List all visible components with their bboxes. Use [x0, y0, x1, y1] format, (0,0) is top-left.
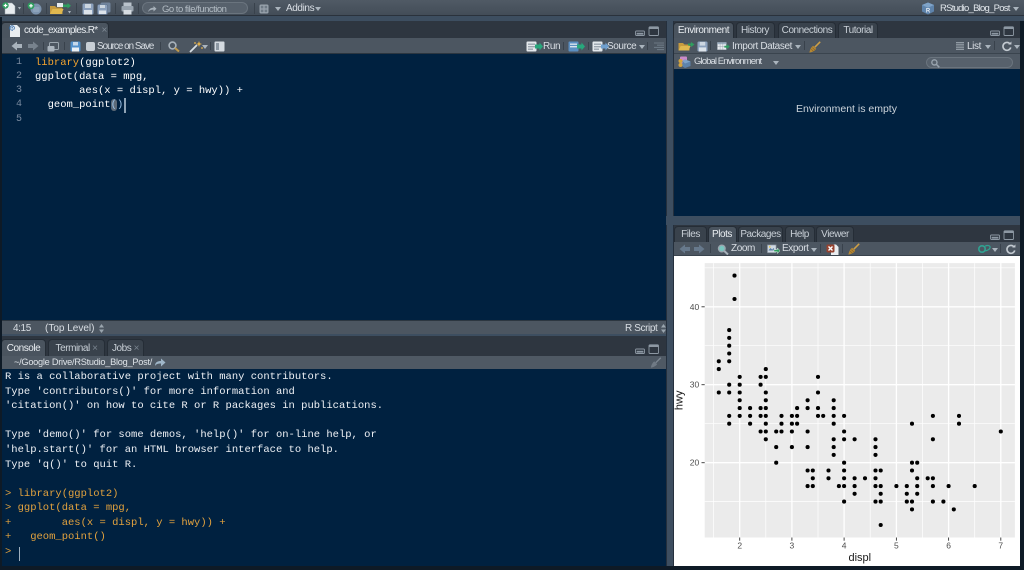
- svg-text:40: 40: [690, 301, 700, 311]
- svg-text:20: 20: [690, 457, 700, 467]
- svg-text:R: R: [926, 9, 931, 15]
- svg-text:6: 6: [946, 540, 951, 550]
- svg-text:2: 2: [737, 540, 742, 550]
- svg-text:displ: displ: [848, 552, 871, 564]
- svg-text:hwy: hwy: [674, 390, 686, 410]
- svg-text:R: R: [10, 26, 14, 32]
- svg-text:7: 7: [998, 540, 1003, 550]
- svg-text:30: 30: [690, 379, 700, 389]
- svg-text:3: 3: [790, 540, 795, 550]
- svg-text:5: 5: [894, 540, 899, 550]
- svg-text:4: 4: [842, 540, 847, 550]
